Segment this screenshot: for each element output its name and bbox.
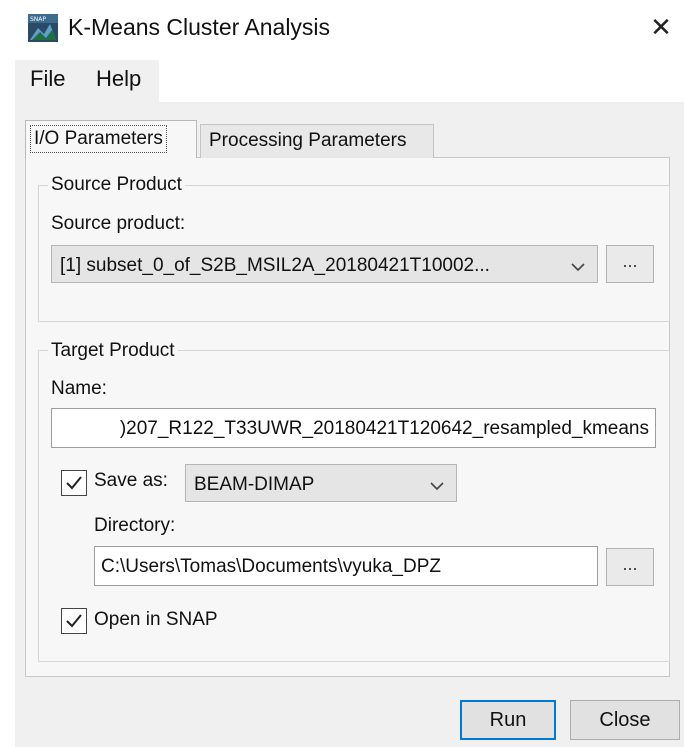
source-product-label: Source product: [51,213,186,234]
directory-browse-button[interactable]: ... [606,548,654,586]
snap-app-icon: SNAP [28,14,58,42]
tab-label: I/O Parameters [30,125,167,153]
directory-value: C:\Users\Tomas\Documents\vyuka_DPZ [101,556,441,577]
run-button[interactable]: Run [460,700,556,740]
checkmark-icon [66,476,82,490]
menu-help[interactable]: Help [96,66,141,92]
checkmark-icon [66,614,82,628]
save-as-checkbox[interactable] [61,470,87,496]
source-product-select[interactable]: [1] subset_0_of_S2B_MSIL2A_20180421T1000… [51,245,598,283]
tab-processing-parameters[interactable]: Processing Parameters [200,124,434,158]
save-format-select[interactable]: BEAM-DIMAP [185,464,457,502]
source-product-selected: [1] subset_0_of_S2B_MSIL2A_20180421T1000… [60,255,490,276]
save-as-label: Save as: [94,470,168,491]
source-browse-button[interactable]: ... [606,245,654,283]
name-value: )207_R122_T33UWR_20180421T120642_resampl… [119,418,649,439]
tab-label: Processing Parameters [209,130,407,151]
svg-text:SNAP: SNAP [30,16,46,23]
directory-input[interactable]: C:\Users\Tomas\Documents\vyuka_DPZ [94,546,598,586]
save-format-selected: BEAM-DIMAP [194,474,315,495]
source-product-group-title: Source Product [48,174,185,196]
name-label: Name: [51,378,107,399]
menu-file[interactable]: File [30,66,65,92]
window-title: K-Means Cluster Analysis [68,14,331,40]
chevron-down-icon [430,482,444,491]
target-product-group-title: Target Product [48,340,178,362]
open-in-snap-label: Open in SNAP [94,609,218,630]
close-button[interactable]: Close [570,700,680,740]
chevron-down-icon [571,263,585,272]
open-in-snap-checkbox[interactable] [61,608,87,634]
directory-label: Directory: [94,515,176,536]
tab-io-parameters[interactable]: I/O Parameters [25,120,197,158]
name-input[interactable]: )207_R122_T33UWR_20180421T120642_resampl… [51,408,656,448]
close-icon[interactable]: ✕ [646,12,676,42]
